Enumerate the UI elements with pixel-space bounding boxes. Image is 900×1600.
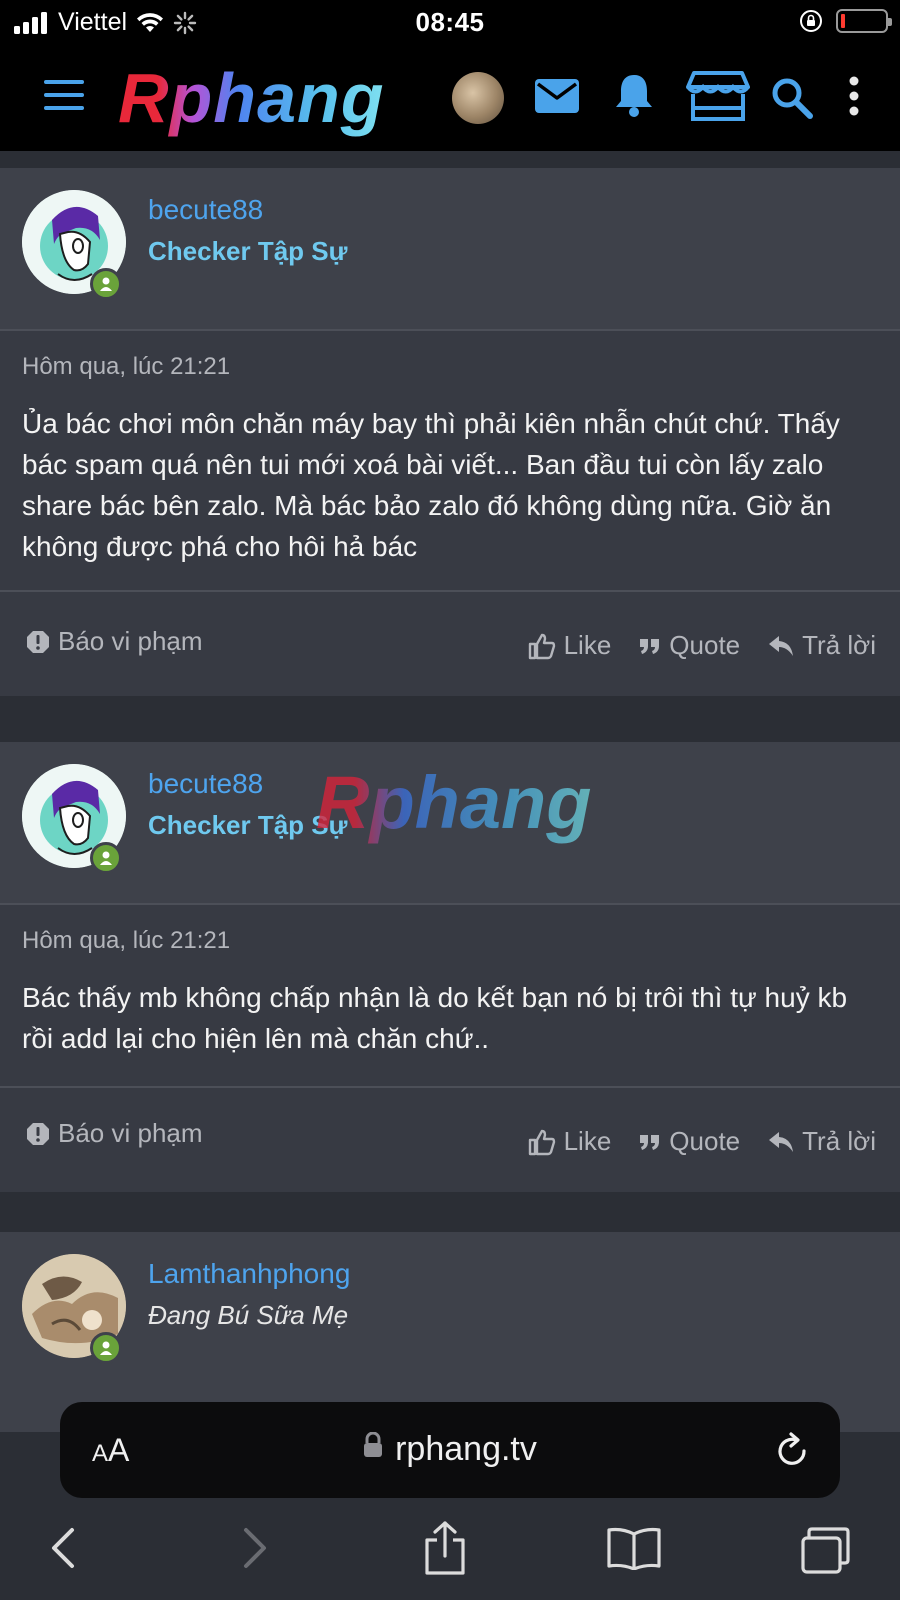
store-icon[interactable] [686, 70, 750, 122]
status-bar: Viettel 08:45 [0, 0, 900, 46]
report-button[interactable]: Báo vi phạm [26, 1118, 203, 1149]
post-body: Hôm qua, lúc 21:21 Bác thấy mb không chấ… [0, 905, 900, 1088]
reply-label: Trả lời [802, 630, 876, 660]
post-timestamp[interactable]: Hôm qua, lúc 21:21 [22, 927, 878, 955]
reload-icon[interactable] [774, 1430, 810, 1468]
site-header: Rphang [0, 46, 900, 151]
reply-button[interactable]: Trả lời [768, 630, 876, 661]
reply-button[interactable]: Trả lời [768, 1126, 876, 1157]
tabs-icon[interactable] [800, 1526, 852, 1574]
reply-icon [769, 1131, 794, 1152]
watermark-logo: Rphang [316, 761, 592, 844]
url-text: rphang.tv [395, 1430, 537, 1468]
forward-icon[interactable] [240, 1526, 270, 1570]
like-label: Like [563, 1126, 612, 1156]
post-footer: Báo vi phạm Like Quote Trả lời [0, 592, 900, 696]
report-label: Báo vi phạm [58, 1118, 203, 1148]
more-icon[interactable] [846, 76, 862, 116]
browser-toolbar [0, 1498, 900, 1600]
online-status-icon [90, 268, 122, 300]
user-title: Đang Bú Sữa Mẹ [148, 1300, 349, 1330]
site-logo[interactable]: Rphang [118, 58, 385, 138]
quote-icon [640, 638, 660, 654]
username-link[interactable]: Lamthanhphong [148, 1258, 350, 1290]
username-link[interactable]: becute88 [148, 194, 263, 226]
user-title: Checker Tập Sự [148, 236, 348, 266]
post-footer: Báo vi phạm Like Quote Trả lời [0, 1088, 900, 1192]
report-label: Báo vi phạm [58, 626, 203, 656]
orientation-lock-icon [800, 10, 822, 32]
post-actions: Like Quote Trả lời [528, 1126, 876, 1157]
search-icon[interactable] [770, 76, 814, 120]
quote-button[interactable]: Quote [639, 630, 740, 661]
username-link[interactable]: becute88 [148, 768, 263, 800]
post-actions: Like Quote Trả lời [528, 630, 876, 661]
app-root: Viettel 08:45 Rphang becute88 Checker Tậ… [0, 0, 900, 1600]
report-button[interactable]: Báo vi phạm [26, 626, 203, 657]
status-right [798, 8, 892, 34]
reply-icon [769, 635, 794, 656]
user-avatar[interactable] [452, 72, 504, 124]
online-status-icon [90, 842, 122, 874]
report-icon [27, 1122, 49, 1145]
like-label: Like [563, 630, 612, 660]
post-content: Ủa bác chơi môn chăn máy bay thì phải ki… [22, 408, 840, 562]
post-header: becute88 Checker Tập Sự [0, 168, 900, 331]
like-button[interactable]: Like [528, 630, 612, 661]
share-icon[interactable] [422, 1520, 468, 1576]
quote-button[interactable]: Quote [639, 1126, 740, 1157]
report-icon [27, 630, 49, 653]
post-header: becute88 Checker Tập Sự Rphang [0, 742, 900, 905]
bell-icon[interactable] [612, 72, 656, 118]
thumbs-up-icon [528, 1129, 555, 1155]
clock: 08:45 [415, 7, 485, 37]
thumbs-up-icon [528, 633, 555, 659]
menu-icon[interactable] [44, 80, 84, 110]
like-button[interactable]: Like [528, 1126, 612, 1157]
mail-icon[interactable] [534, 78, 580, 114]
user-title: Checker Tập Sự [148, 810, 348, 840]
quote-label: Quote [669, 1126, 741, 1156]
post-content: Bác thấy mb không chấp nhận là do kết bạ… [22, 982, 848, 1054]
post-body: Hôm qua, lúc 21:21 Ủa bác chơi môn chăn … [0, 331, 900, 592]
reply-label: Trả lời [802, 1126, 876, 1156]
battery-icon [836, 9, 892, 33]
url-display[interactable]: rphang.tv [60, 1430, 840, 1469]
back-icon[interactable] [48, 1526, 78, 1570]
post: becute88 Checker Tập Sự Hôm qua, lúc 21:… [0, 168, 900, 696]
quote-label: Quote [669, 630, 741, 660]
online-status-icon [90, 1332, 122, 1364]
lock-icon [364, 1432, 383, 1457]
address-bar[interactable]: AA rphang.tv [60, 1402, 840, 1498]
post: becute88 Checker Tập Sự Rphang Hôm qua, … [0, 742, 900, 1192]
quote-icon [640, 1134, 660, 1150]
bookmarks-icon[interactable] [606, 1526, 662, 1570]
post-timestamp[interactable]: Hôm qua, lúc 21:21 [22, 353, 878, 381]
